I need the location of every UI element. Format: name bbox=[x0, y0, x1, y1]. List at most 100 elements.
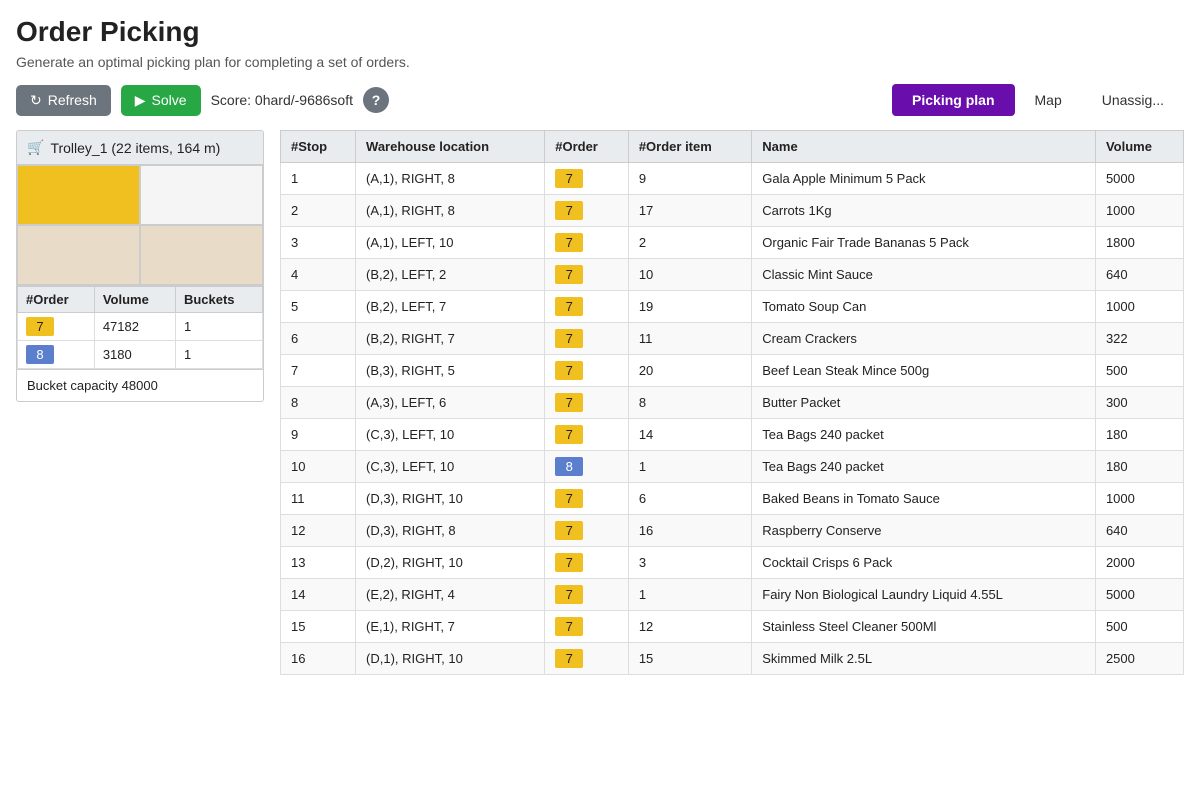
cell-stop: 10 bbox=[281, 451, 356, 483]
col-stop: #Stop bbox=[281, 131, 356, 163]
cell-stop: 8 bbox=[281, 387, 356, 419]
cell-order: 7 bbox=[545, 643, 629, 675]
table-row: 1 (A,1), RIGHT, 8 7 9 Gala Apple Minimum… bbox=[281, 163, 1184, 195]
order-id-8: 8 bbox=[18, 341, 95, 369]
cell-volume: 500 bbox=[1095, 355, 1183, 387]
cell-stop: 13 bbox=[281, 547, 356, 579]
cell-order: 7 bbox=[545, 195, 629, 227]
left-panel: 🛒 Trolley_1 (22 items, 164 m) #Order bbox=[16, 130, 264, 675]
col-order: #Order bbox=[18, 287, 95, 313]
table-row: 14 (E,2), RIGHT, 4 7 1 Fairy Non Biologi… bbox=[281, 579, 1184, 611]
cell-location: (B,2), LEFT, 7 bbox=[356, 291, 545, 323]
cell-stop: 9 bbox=[281, 419, 356, 451]
trolley-header: 🛒 Trolley_1 (22 items, 164 m) bbox=[16, 130, 264, 165]
page: Order Picking Generate an optimal pickin… bbox=[0, 0, 1200, 800]
cell-location: (B,2), LEFT, 2 bbox=[356, 259, 545, 291]
trolley-cart-icon: 🛒 bbox=[27, 139, 44, 156]
solve-button[interactable]: ▶ Solve bbox=[121, 85, 201, 116]
order-row-7: 7 47182 1 bbox=[18, 313, 263, 341]
cell-name: Tea Bags 240 packet bbox=[752, 419, 1096, 451]
orders-table: #Order Volume Buckets 7 47182 1 8 bbox=[17, 286, 263, 369]
cell-order-item: 15 bbox=[628, 643, 751, 675]
cell-name: Beef Lean Steak Mince 500g bbox=[752, 355, 1096, 387]
table-row: 15 (E,1), RIGHT, 7 7 12 Stainless Steel … bbox=[281, 611, 1184, 643]
cell-stop: 1 bbox=[281, 163, 356, 195]
cell-name: Carrots 1Kg bbox=[752, 195, 1096, 227]
cell-order: 7 bbox=[545, 259, 629, 291]
cell-order: 7 bbox=[545, 611, 629, 643]
picking-table: #Stop Warehouse location #Order #Order i… bbox=[280, 130, 1184, 675]
cell-volume: 1800 bbox=[1095, 227, 1183, 259]
cell-volume: 640 bbox=[1095, 259, 1183, 291]
cell-order: 7 bbox=[545, 323, 629, 355]
cell-order: 7 bbox=[545, 515, 629, 547]
cell-stop: 6 bbox=[281, 323, 356, 355]
order-volume-7: 47182 bbox=[94, 313, 175, 341]
cell-order-item: 10 bbox=[628, 259, 751, 291]
cell-order: 7 bbox=[545, 387, 629, 419]
cell-order-item: 1 bbox=[628, 579, 751, 611]
table-row: 5 (B,2), LEFT, 7 7 19 Tomato Soup Can 10… bbox=[281, 291, 1184, 323]
cell-stop: 14 bbox=[281, 579, 356, 611]
order-buckets-7: 1 bbox=[175, 313, 262, 341]
cell-stop: 11 bbox=[281, 483, 356, 515]
table-row: 16 (D,1), RIGHT, 10 7 15 Skimmed Milk 2.… bbox=[281, 643, 1184, 675]
cell-volume: 322 bbox=[1095, 323, 1183, 355]
cell-order: 7 bbox=[545, 291, 629, 323]
table-row: 9 (C,3), LEFT, 10 7 14 Tea Bags 240 pack… bbox=[281, 419, 1184, 451]
cell-location: (A,1), LEFT, 10 bbox=[356, 227, 545, 259]
refresh-icon: ↻ bbox=[30, 92, 42, 109]
cell-stop: 2 bbox=[281, 195, 356, 227]
cell-volume: 180 bbox=[1095, 451, 1183, 483]
cell-order-item: 12 bbox=[628, 611, 751, 643]
col-volume: Volume bbox=[1095, 131, 1183, 163]
tab-picking-plan[interactable]: Picking plan bbox=[892, 84, 1014, 116]
cell-name: Baked Beans in Tomato Sauce bbox=[752, 483, 1096, 515]
cell-stop: 4 bbox=[281, 259, 356, 291]
cell-name: Classic Mint Sauce bbox=[752, 259, 1096, 291]
col-order: #Order bbox=[545, 131, 629, 163]
cell-name: Fairy Non Biological Laundry Liquid 4.55… bbox=[752, 579, 1096, 611]
cell-location: (E,1), RIGHT, 7 bbox=[356, 611, 545, 643]
cell-order-item: 3 bbox=[628, 547, 751, 579]
trolley-cell-bottom-right bbox=[140, 225, 263, 285]
cell-order: 8 bbox=[545, 451, 629, 483]
order-volume-8: 3180 bbox=[94, 341, 175, 369]
cell-volume: 640 bbox=[1095, 515, 1183, 547]
main-content: 🛒 Trolley_1 (22 items, 164 m) #Order bbox=[16, 130, 1184, 675]
play-icon: ▶ bbox=[135, 92, 146, 109]
cell-volume: 5000 bbox=[1095, 163, 1183, 195]
cell-order-item: 2 bbox=[628, 227, 751, 259]
cell-order: 7 bbox=[545, 419, 629, 451]
solve-label: Solve bbox=[152, 92, 187, 108]
cell-volume: 1000 bbox=[1095, 291, 1183, 323]
cell-location: (A,1), RIGHT, 8 bbox=[356, 163, 545, 195]
trolley-title: Trolley_1 (22 items, 164 m) bbox=[50, 140, 220, 156]
cell-location: (B,2), RIGHT, 7 bbox=[356, 323, 545, 355]
trolley-grid bbox=[16, 165, 264, 286]
cell-location: (C,3), LEFT, 10 bbox=[356, 419, 545, 451]
refresh-button[interactable]: ↻ Refresh bbox=[16, 85, 111, 116]
cell-order: 7 bbox=[545, 547, 629, 579]
order-id-7: 7 bbox=[18, 313, 95, 341]
cell-location: (C,3), LEFT, 10 bbox=[356, 451, 545, 483]
col-warehouse-location: Warehouse location bbox=[356, 131, 545, 163]
cell-order-item: 20 bbox=[628, 355, 751, 387]
tab-map[interactable]: Map bbox=[1015, 84, 1082, 116]
table-row: 7 (B,3), RIGHT, 5 7 20 Beef Lean Steak M… bbox=[281, 355, 1184, 387]
bucket-capacity: Bucket capacity 48000 bbox=[16, 370, 264, 402]
nav-tabs: Picking plan Map Unassig... bbox=[892, 84, 1184, 116]
tab-unassigned[interactable]: Unassig... bbox=[1082, 84, 1184, 116]
cell-volume: 1000 bbox=[1095, 483, 1183, 515]
cell-name: Cream Crackers bbox=[752, 323, 1096, 355]
cell-volume: 500 bbox=[1095, 611, 1183, 643]
cell-order-item: 9 bbox=[628, 163, 751, 195]
table-row: 8 (A,3), LEFT, 6 7 8 Butter Packet 300 bbox=[281, 387, 1184, 419]
cell-name: Skimmed Milk 2.5L bbox=[752, 643, 1096, 675]
cell-order-item: 14 bbox=[628, 419, 751, 451]
table-row: 11 (D,3), RIGHT, 10 7 6 Baked Beans in T… bbox=[281, 483, 1184, 515]
help-button[interactable]: ? bbox=[363, 87, 389, 113]
cell-location: (D,3), RIGHT, 10 bbox=[356, 483, 545, 515]
cell-volume: 1000 bbox=[1095, 195, 1183, 227]
cell-location: (D,2), RIGHT, 10 bbox=[356, 547, 545, 579]
